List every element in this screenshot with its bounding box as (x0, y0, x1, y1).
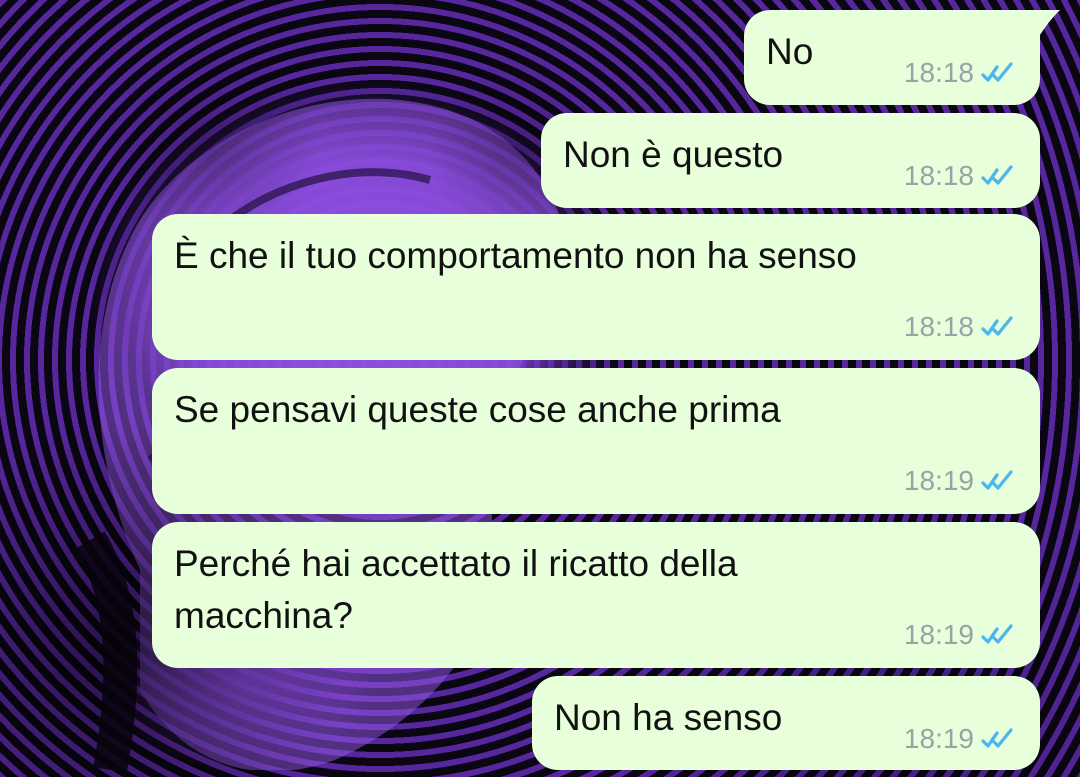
message-time: 18:18 (903, 311, 974, 342)
message-text: È che il tuo comportamento non ha senso (174, 235, 857, 276)
bubble-tail (1026, 10, 1060, 38)
double-check-icon (981, 165, 1013, 185)
message-meta: 18:18 (904, 56, 1022, 90)
message-time: 18:19 (903, 619, 974, 650)
message-time: 18:18 (903, 57, 974, 88)
double-check-icon (981, 62, 1013, 82)
message-time: 18:19 (903, 465, 974, 496)
message-bubble[interactable]: Non è questo 18:18 (541, 113, 1040, 208)
message-bubble[interactable]: Perché hai accettato il ricatto della ma… (152, 522, 1040, 668)
message-text: Perché hai accettato il ricatto della ma… (174, 543, 738, 636)
double-check-icon (981, 728, 1013, 748)
message-bubble[interactable]: Non ha senso 18:19 (532, 676, 1040, 770)
message-meta: 18:18 (904, 159, 1022, 193)
message-text: No (766, 31, 814, 72)
message-meta: 18:19 (904, 618, 1022, 652)
message-meta: 18:19 (904, 722, 1022, 756)
message-text: Non ha senso (554, 697, 783, 738)
double-check-icon (981, 624, 1013, 644)
message-text: Non è questo (563, 134, 784, 175)
double-check-icon (981, 316, 1013, 336)
message-text: Se pensavi queste cose anche prima (174, 389, 781, 430)
message-meta: 18:19 (904, 464, 1022, 498)
message-time: 18:19 (903, 723, 974, 754)
message-time: 18:18 (903, 160, 974, 191)
message-bubble[interactable]: Se pensavi queste cose anche prima 18:19 (152, 368, 1040, 514)
message-bubble[interactable]: È che il tuo comportamento non ha senso … (152, 214, 1040, 360)
double-check-icon (981, 470, 1013, 490)
message-bubble[interactable]: No 18:18 (744, 10, 1060, 105)
message-meta: 18:18 (904, 310, 1022, 344)
